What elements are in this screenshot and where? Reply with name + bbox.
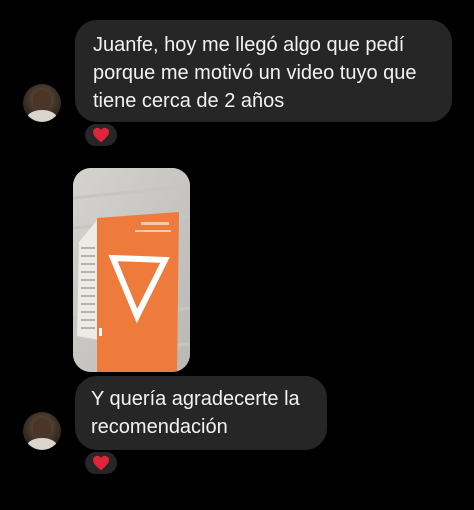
chat-thread: Juanfe, hoy me llegó algo que pedí porqu…: [0, 0, 474, 510]
heart-reaction[interactable]: [83, 450, 119, 476]
avatar-shirt: [27, 110, 57, 122]
avatar[interactable]: [23, 84, 61, 122]
shared-photo[interactable]: [73, 168, 190, 372]
message-bubble[interactable]: Y quería agradecerte la recomendación: [75, 376, 327, 450]
heart-icon: [93, 455, 109, 471]
avatar-face: [33, 90, 51, 110]
heart-icon: [93, 127, 109, 143]
message-bubble[interactable]: Juanfe, hoy me llegó algo que pedí porqu…: [75, 20, 452, 122]
avatar[interactable]: [23, 412, 61, 450]
book-photo-image: [73, 168, 190, 372]
avatar-face: [33, 418, 51, 438]
avatar-shirt: [27, 438, 57, 450]
heart-reaction[interactable]: [83, 122, 119, 148]
